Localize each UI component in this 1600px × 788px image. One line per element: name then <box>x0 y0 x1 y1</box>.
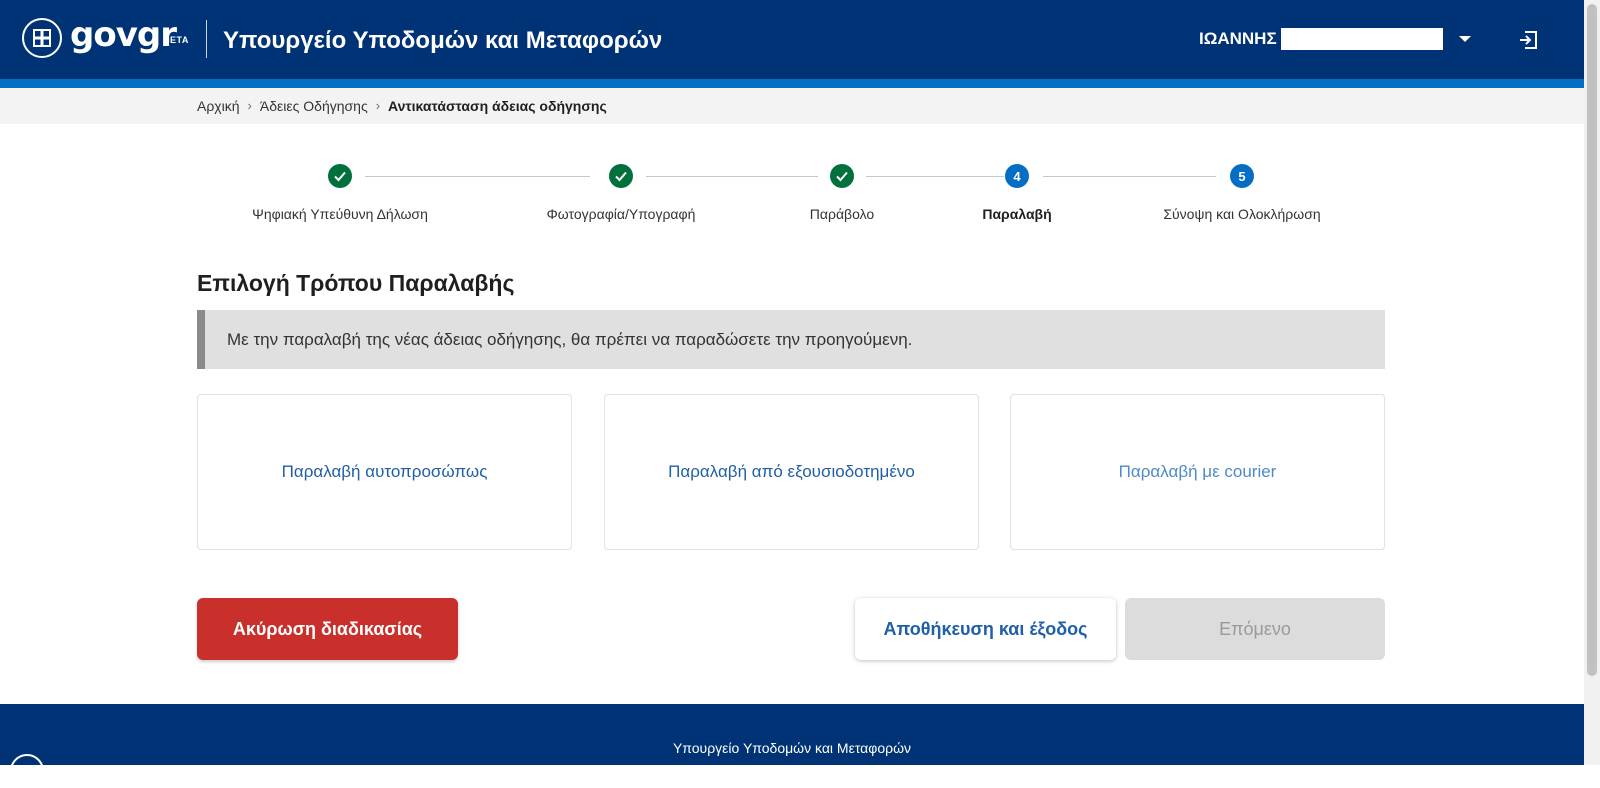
breadcrumb: Αρχική › Άδειες Οδήγησης › Αντικατάσταση… <box>197 96 607 116</box>
step-connector <box>1043 176 1216 177</box>
user-menu[interactable]: ΙΩΑΝΝΗΣ <box>1199 28 1471 50</box>
notice-text: Με την παραλαβή της νέας άδειας οδήγησης… <box>227 330 913 349</box>
beta-badge: BETA <box>163 35 189 45</box>
save-and-exit-button[interactable]: Αποθήκευση και έξοδος <box>855 598 1116 660</box>
redacted-surname <box>1280 28 1443 50</box>
step-connector <box>646 176 818 177</box>
option-label: Παραλαβή με courier <box>1118 462 1277 481</box>
section-title: Επιλογή Τρόπου Παραλαβής <box>197 270 515 296</box>
breadcrumb-current: Αντικατάσταση άδειας οδήγησης <box>388 98 607 114</box>
step-1-label: Ψηφιακή Υπεύθυνη Δήλωση <box>252 206 428 222</box>
step-2-label: Φωτογραφία/Υπογραφή <box>546 206 696 222</box>
footer-emblem-icon <box>10 754 44 788</box>
step-4-number: 4 <box>1005 164 1029 188</box>
option-courier[interactable]: Παραλαβή με courier <box>1010 394 1385 550</box>
ministry-title: Υπουργείο Υποδομών και Μεταφορών <box>223 27 663 54</box>
next-button[interactable]: Επόμενο <box>1125 598 1385 660</box>
step-connector <box>365 176 590 177</box>
breadcrumb-licenses[interactable]: Άδειες Οδήγησης <box>260 96 368 116</box>
step-4-label: Παραλαβή <box>982 206 1052 222</box>
footer-ministry: Υπουργείο Υποδομών και Μεταφορών <box>672 740 912 756</box>
scrollbar-thumb[interactable] <box>1587 4 1597 676</box>
step-3-check-icon <box>830 164 854 188</box>
cancel-process-button[interactable]: Ακύρωση διαδικασίας <box>197 598 458 660</box>
step-3-label: Παράβολο <box>809 206 875 222</box>
greek-emblem-icon <box>22 18 62 58</box>
option-label: Παραλαβή αυτοπροσώπως <box>281 462 488 481</box>
chevron-right-icon: › <box>375 98 381 113</box>
chevron-right-icon: › <box>247 98 252 113</box>
step-2-check-icon <box>609 164 633 188</box>
user-name: ΙΩΑΝΝΗΣ <box>1199 29 1277 48</box>
step-5-number: 5 <box>1230 164 1254 188</box>
step-5-label: Σύνοψη και Ολοκλήρωση <box>1163 206 1321 222</box>
option-label: Παραλαβή από εξουσιοδοτημένο <box>668 462 915 481</box>
header-accent-bar <box>0 79 1584 88</box>
notice-box: Με την παραλαβή της νέας άδειας οδήγησης… <box>197 310 1385 369</box>
caret-down-icon <box>1458 36 1471 42</box>
header-divider <box>206 20 207 58</box>
breadcrumb-home[interactable]: Αρχική <box>197 96 240 116</box>
step-connector <box>866 176 1004 177</box>
step-1-check-icon <box>328 164 352 188</box>
logout-icon[interactable] <box>1517 29 1539 51</box>
option-authorized-person[interactable]: Παραλαβή από εξουσιοδοτημένο <box>604 394 979 550</box>
page-scrollbar[interactable] <box>1584 0 1600 765</box>
option-in-person[interactable]: Παραλαβή αυτοπροσώπως <box>197 394 572 550</box>
govgr-logo[interactable]: govgr <box>70 15 177 55</box>
top-header: govgr BETA Υπουργείο Υποδομών και Μεταφο… <box>0 0 1584 79</box>
